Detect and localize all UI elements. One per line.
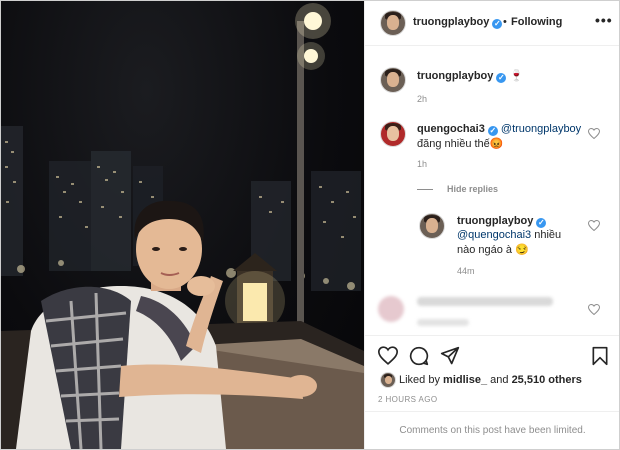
- post-header: truongplayboy ✓ • Following •••: [365, 1, 619, 46]
- post-timestamp[interactable]: 2 HOURS AGO: [378, 395, 438, 404]
- post-actions-bar: [365, 335, 619, 376]
- reply-mention-link[interactable]: @quengochai3: [457, 229, 531, 241]
- verified-badge-icon: ✓: [492, 19, 503, 29]
- comments-limited-notice: Comments on this post have been limited.: [399, 425, 586, 436]
- hide-replies-line: [417, 189, 433, 190]
- following-button[interactable]: Following: [511, 16, 562, 28]
- caption-username[interactable]: truongplayboy: [417, 70, 493, 82]
- instagram-post: truongplayboy ✓ • Following ••• truongpla…: [0, 0, 620, 450]
- caption-text: 🍷: [509, 70, 524, 82]
- liked-by-prefix: Liked by: [399, 374, 440, 386]
- comment-mention-link[interactable]: @truongplayboy: [501, 123, 581, 135]
- blurred-commenter-avatar: [378, 296, 404, 322]
- liked-by-conjunction: and: [490, 374, 509, 386]
- comments-footer: Comments on this post have been limited.: [365, 411, 619, 449]
- comment-first-line: quengochai3 ✓ @truongplayboy: [417, 123, 581, 136]
- hide-replies-button[interactable]: Hide replies: [447, 184, 498, 194]
- caption-row: truongplayboy ✓ 🍷: [417, 69, 523, 83]
- reply-time[interactable]: 44m: [457, 266, 475, 276]
- caption-time[interactable]: 2h: [417, 94, 427, 104]
- blurred-comment-line-2: [417, 319, 469, 326]
- reply-second-line: @quengochai3 nhiều: [457, 229, 561, 241]
- reply-username[interactable]: truongplayboy: [457, 215, 533, 227]
- reply-text-part1: nhiều: [534, 229, 562, 241]
- likes-count-link[interactable]: 25,510 others: [512, 374, 582, 386]
- heart-icon[interactable]: [378, 346, 398, 365]
- verified-badge-icon: ✓: [496, 73, 507, 83]
- liked-by-line: Liked by midlise_ and 25,510 others: [399, 374, 582, 386]
- verified-badge-icon: ✓: [487, 126, 498, 136]
- caption-author-avatar[interactable]: [380, 67, 406, 93]
- author-username-link[interactable]: truongplayboy ✓: [413, 16, 503, 29]
- liker-username[interactable]: midlise_: [443, 374, 487, 386]
- verified-badge-icon: ✓: [536, 218, 547, 228]
- commenter-avatar[interactable]: [380, 121, 406, 147]
- reply-text-part2: nào ngáo à 😏: [457, 244, 529, 256]
- more-options-icon[interactable]: •••: [595, 12, 613, 28]
- night-scene-image: [1, 3, 364, 449]
- comment-icon[interactable]: [409, 346, 429, 366]
- liker-avatar[interactable]: [380, 372, 396, 388]
- share-icon[interactable]: [440, 346, 460, 366]
- bookmark-icon[interactable]: [591, 346, 609, 366]
- author-username[interactable]: truongplayboy: [413, 16, 489, 28]
- blurred-comment-line-1: [417, 297, 553, 306]
- blurred-comment-heart-icon[interactable]: [588, 304, 600, 315]
- commenter-username[interactable]: quengochai3: [417, 123, 485, 135]
- comment-text: đăng nhiều thế😡: [417, 138, 504, 150]
- comment-like-heart-icon[interactable]: [588, 128, 600, 139]
- post-details-panel: truongplayboy ✓ • Following ••• truongpla…: [364, 1, 619, 449]
- reply-like-heart-icon[interactable]: [588, 220, 600, 231]
- separator-dot: •: [503, 16, 507, 28]
- comment-time[interactable]: 1h: [417, 159, 427, 169]
- author-avatar[interactable]: [380, 10, 406, 36]
- post-photo[interactable]: [1, 1, 364, 449]
- reply-first-line: truongplayboy ✓: [457, 215, 547, 228]
- reply-author-avatar[interactable]: [419, 213, 445, 239]
